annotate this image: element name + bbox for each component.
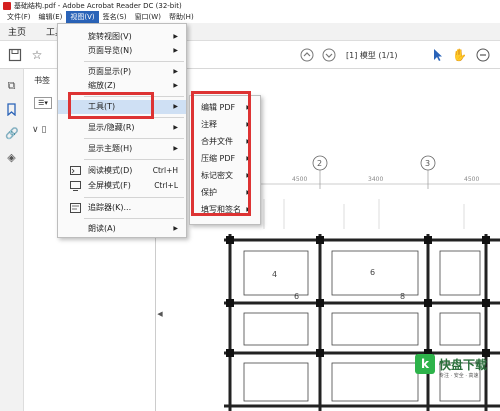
submenu-arrow-icon: ▶ <box>173 47 178 54</box>
rotate-icon <box>70 32 81 42</box>
left-rail: ⧉ 🔗 ◈ <box>0 69 24 411</box>
room-number: 8 <box>400 292 405 301</box>
room-number: 4 <box>272 270 277 279</box>
menu-help[interactable]: 帮助(H) <box>165 11 198 23</box>
page-indicator[interactable]: [1] 模型 (1/1) <box>346 50 398 61</box>
menu-shortcut: Ctrl+H <box>152 166 178 175</box>
full-screen-icon <box>70 181 81 191</box>
watermark-tagline: 专注 · 安全 · 高速 <box>439 373 479 379</box>
menu-item-label: 全屏模式(F) <box>88 181 131 190</box>
menu-separator <box>84 61 184 62</box>
menu-item-label: 显示主题(H) <box>88 144 133 153</box>
attachment-icon[interactable]: 🔗 <box>5 127 19 140</box>
menu-item-label: 页面导览(N) <box>88 46 133 55</box>
window-title: 基础结构.pdf - Adobe Acrobat Reader DC (32-b… <box>14 1 182 10</box>
submenu-arrow-icon: ▶ <box>173 225 178 232</box>
menu-separator <box>84 138 184 139</box>
highlight-box-submenu <box>191 91 251 216</box>
watermark-name: 快盘下载 <box>439 358 488 372</box>
menu-item-page-navigation[interactable]: 页面导览(N) ▶ <box>58 44 186 58</box>
read-mode-icon <box>70 166 81 176</box>
menu-item-label: 缩放(Z) <box>88 81 116 90</box>
submenu-arrow-icon: ▶ <box>173 82 178 89</box>
menu-item-page-display[interactable]: 页面显示(P) ▶ <box>58 65 186 79</box>
menu-item-label: 阅读模式(D) <box>88 166 133 175</box>
star-icon[interactable]: ☆ <box>30 48 44 62</box>
menu-item-label: 追踪器(K)... <box>88 203 132 212</box>
bookmark-icon[interactable] <box>5 103 18 117</box>
save-icon[interactable] <box>8 48 22 62</box>
menu-separator <box>84 197 184 198</box>
submenu-arrow-icon: ▶ <box>173 124 178 131</box>
watermark: k 快盘下载 专注 · 安全 · 高速 <box>413 350 500 411</box>
layers-icon[interactable]: ◈ <box>5 151 18 164</box>
submenu-arrow-icon: ▶ <box>173 68 178 75</box>
collapse-panel-icon[interactable]: ◀ <box>156 308 164 320</box>
menu-item-read-aloud[interactable]: 朗读(A) ▶ <box>58 222 186 236</box>
menu-sign[interactable]: 签名(S) <box>99 11 131 23</box>
menu-item-theme[interactable]: 显示主题(H) ▶ <box>58 142 186 156</box>
bookmark-options-icon[interactable]: ☰▾ <box>34 97 52 109</box>
menu-shortcut: Ctrl+L <box>154 181 178 190</box>
dimension-label: 4500 <box>464 176 479 183</box>
menu-item-label: 页面显示(P) <box>88 67 132 76</box>
zoom-out-icon[interactable] <box>476 48 490 62</box>
menu-edit[interactable]: 编辑(E) <box>35 11 67 23</box>
menu-view[interactable]: 视图(V) <box>66 11 99 23</box>
hand-tool-icon[interactable]: ✋ <box>452 48 467 62</box>
menu-item-read-mode[interactable]: 阅读模式(D) Ctrl+H <box>58 164 186 178</box>
watermark-logo-icon: k <box>415 354 435 374</box>
menu-item-label: 旋转视图(V) <box>88 32 132 41</box>
menu-item-rotate-view[interactable]: 旋转视图(V) ▶ <box>58 30 186 44</box>
axis-label-3: 3 <box>425 159 430 168</box>
menu-item-label: 朗读(A) <box>88 224 116 233</box>
page-up-icon[interactable] <box>300 48 314 62</box>
menu-separator <box>84 159 184 160</box>
room-number: 6 <box>294 292 299 301</box>
page-down-icon[interactable] <box>322 48 336 62</box>
menu-file[interactable]: 文件(F) <box>3 11 35 23</box>
dimension-label: 4500 <box>292 176 307 183</box>
axis-label-2: 2 <box>317 159 322 168</box>
bookmarks-title: 书签 <box>34 76 50 85</box>
submenu-arrow-icon: ▶ <box>173 103 178 110</box>
menu-item-label: 显示/隐藏(R) <box>88 123 135 132</box>
submenu-arrow-icon: ▶ <box>173 33 178 40</box>
highlight-box-tools <box>68 92 154 119</box>
menu-bar: 文件(F) 编辑(E) 视图(V) 签名(S) 窗口(W) 帮助(H) <box>0 11 500 23</box>
menu-window[interactable]: 窗口(W) <box>131 11 165 23</box>
view-menu-dropdown: 旋转视图(V) ▶ 页面导览(N) ▶ 页面显示(P) ▶ 缩放(Z) ▶ 工具… <box>57 23 187 238</box>
title-bar: 基础结构.pdf - Adobe Acrobat Reader DC (32-b… <box>0 0 500 11</box>
menu-item-full-screen[interactable]: 全屏模式(F) Ctrl+L <box>58 179 186 193</box>
menu-item-zoom[interactable]: 缩放(Z) ▶ <box>58 79 186 93</box>
menu-item-show-hide[interactable]: 显示/隐藏(R) ▶ <box>58 121 186 135</box>
acrobat-logo-icon <box>3 1 11 10</box>
submenu-arrow-icon: ▶ <box>173 145 178 152</box>
tab-home[interactable]: 主页 <box>8 25 26 38</box>
page-thumbnails-icon[interactable]: ⧉ <box>5 79 18 92</box>
room-number: 6 <box>370 268 375 277</box>
bookmark-tree-item[interactable]: ∨ ▯ <box>32 125 46 135</box>
dimension-label: 3400 <box>368 176 383 183</box>
menu-separator <box>84 218 184 219</box>
select-cursor-icon[interactable] <box>430 48 444 62</box>
menu-item-tracker[interactable]: 追踪器(K)... <box>58 201 186 215</box>
tracker-icon <box>70 203 81 213</box>
